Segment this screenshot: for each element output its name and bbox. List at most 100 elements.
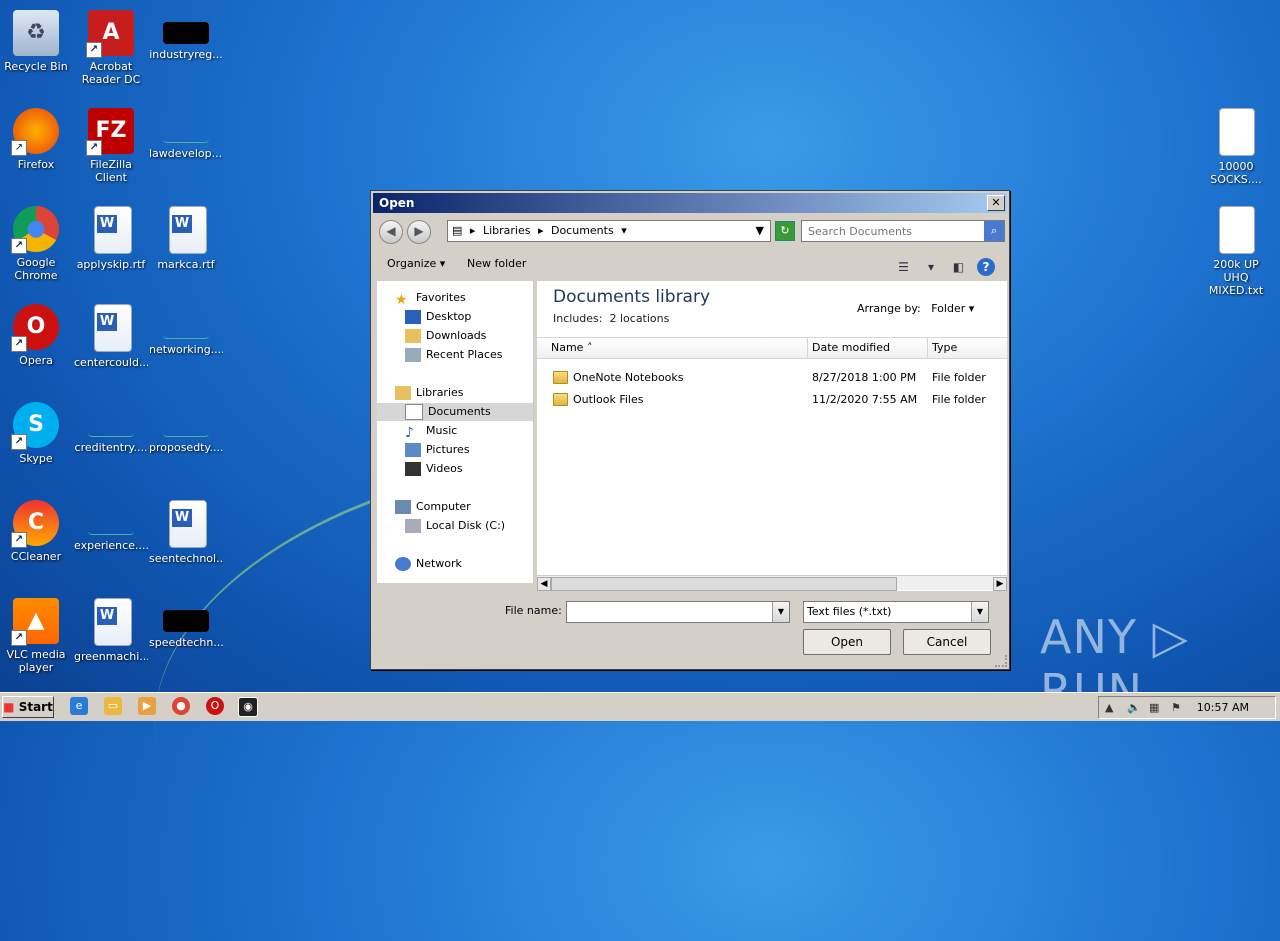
desktop-icon-label: Opera bbox=[19, 354, 53, 367]
view-dropdown-icon[interactable]: ▾ bbox=[922, 258, 940, 276]
search-input[interactable] bbox=[806, 221, 980, 241]
column-name[interactable]: Name ˄ bbox=[547, 338, 806, 358]
desktop-icon[interactable]: lawdevelop.... bbox=[149, 102, 223, 160]
desktop-icon[interactable]: Wseentechnol... bbox=[149, 494, 223, 565]
library-title: Documents library bbox=[553, 287, 711, 307]
file-name-combo[interactable]: ▼ bbox=[566, 601, 790, 623]
scroll-left-icon[interactable]: ◀ bbox=[537, 577, 551, 591]
desktop-icon[interactable]: ▲ ↗ VLC media player bbox=[0, 592, 73, 674]
desktop-icon[interactable]: O ↗ Opera bbox=[0, 298, 73, 367]
navigation-pane: ★ Favorites Desktop Downloads Recent Plac… bbox=[377, 281, 534, 583]
network-icon bbox=[395, 557, 411, 571]
desktop-icon[interactable]: S ↗ Skype bbox=[0, 396, 73, 465]
desktop-icon[interactable]: speedtechn... bbox=[149, 592, 223, 649]
text-file-icon bbox=[1219, 108, 1255, 156]
tray-expand-icon[interactable]: ▲ bbox=[1105, 697, 1113, 718]
horizontal-scrollbar[interactable]: ◀ ▶ bbox=[537, 575, 1007, 591]
file-row[interactable]: OneNote Notebooks 8/27/2018 1:00 PM File… bbox=[537, 367, 1007, 389]
address-history-dropdown-icon[interactable]: ▼ bbox=[756, 221, 764, 241]
clock[interactable]: 10:57 AM bbox=[1197, 697, 1249, 718]
includes-locations-link[interactable]: 2 locations bbox=[609, 312, 669, 325]
desktop-icon[interactable]: 200k UP UHQ MIXED.txt bbox=[1199, 200, 1273, 297]
view-list-icon[interactable]: ☰ bbox=[895, 258, 913, 276]
open-button[interactable]: Open bbox=[803, 629, 891, 655]
scroll-right-icon[interactable]: ▶ bbox=[993, 577, 1007, 591]
desktop-icon[interactable]: ↗ Firefox bbox=[0, 102, 73, 171]
desktop-icon[interactable]: Wgreenmachi... bbox=[74, 592, 148, 663]
file-name-input[interactable] bbox=[567, 602, 767, 622]
media-player-icon[interactable]: ▶ bbox=[138, 697, 156, 715]
opera-taskbar-icon[interactable]: O bbox=[206, 697, 224, 715]
resize-grip[interactable] bbox=[995, 655, 1007, 667]
refresh-button[interactable]: ↻ bbox=[775, 221, 795, 241]
nav-libraries[interactable]: Libraries bbox=[395, 384, 551, 402]
desktop-icon[interactable]: A ↗ Acrobat Reader DC bbox=[74, 4, 148, 86]
desktop-icon[interactable]: ● ↗ Google Chrome bbox=[0, 200, 73, 282]
desktop-icon[interactable]: creditentry.... bbox=[74, 396, 148, 454]
chevron-down-icon[interactable]: ▼ bbox=[772, 602, 789, 622]
command-bar: Organize ▾ New folder ☰ ▾ ◧ ? bbox=[377, 251, 1005, 277]
preview-pane-icon[interactable]: ◧ bbox=[950, 258, 968, 276]
address-bar[interactable]: ▤ ▸ Libraries ▸ Documents ▾ ▼ bbox=[447, 220, 771, 242]
desktop-icon[interactable]: 10000 SOCKS.... bbox=[1199, 102, 1273, 186]
search-box[interactable]: ⌕ bbox=[801, 220, 1005, 242]
desktop-icon[interactable]: experience.... bbox=[74, 494, 148, 552]
desktop-icon[interactable]: Wcentercould... bbox=[74, 298, 148, 369]
search-icon[interactable]: ⌕ bbox=[984, 221, 1004, 241]
chrome-icon: ● ↗ bbox=[11, 206, 59, 254]
file-row[interactable]: Outlook Files 11/2/2020 7:55 AM File fol… bbox=[537, 389, 1007, 411]
nav-computer[interactable]: Computer bbox=[395, 498, 551, 516]
column-type[interactable]: Type bbox=[927, 338, 1008, 358]
desktop-icon-label: lawdevelop.... bbox=[149, 147, 223, 160]
file-type-select[interactable]: Text files (*.txt) ▼ bbox=[803, 601, 989, 623]
arrange-by-dropdown[interactable]: Folder ▾ bbox=[931, 302, 974, 315]
ie-icon[interactable]: e bbox=[70, 697, 88, 715]
desktop-icon-label: creditentry.... bbox=[74, 441, 148, 454]
action-center-flag-icon[interactable]: ⚑ bbox=[1171, 697, 1181, 718]
volume-icon[interactable]: 🔈 bbox=[1127, 697, 1141, 718]
start-button[interactable]: ■ Start bbox=[2, 696, 54, 718]
view-controls: ☰ ▾ ◧ ? bbox=[889, 255, 995, 281]
breadcrumb-dropdown-icon[interactable]: ▾ bbox=[621, 224, 627, 237]
desktop-icon[interactable]: proposedty.... bbox=[149, 396, 223, 454]
file-name: Outlook Files bbox=[573, 393, 644, 406]
desktop-icon[interactable]: Wmarkca.rtf bbox=[149, 200, 223, 271]
black-file-icon bbox=[163, 610, 209, 632]
nav-favorites[interactable]: ★ Favorites bbox=[395, 289, 551, 308]
explorer-icon[interactable]: ▭ bbox=[104, 697, 122, 715]
active-app-icon[interactable]: ◉ bbox=[238, 697, 258, 717]
scrollbar-thumb[interactable] bbox=[551, 577, 897, 591]
close-button[interactable]: ✕ bbox=[987, 195, 1005, 211]
folder-icon bbox=[553, 392, 568, 406]
breadcrumb-libraries[interactable]: Libraries bbox=[483, 224, 531, 237]
desktop-icon[interactable]: C ↗ CCleaner bbox=[0, 494, 73, 563]
desktop-icon[interactable]: industryreg... bbox=[149, 4, 223, 61]
desktop-icon[interactable]: FZ ↗ FileZilla Client bbox=[74, 102, 148, 184]
desktop-icon-label: Acrobat Reader DC bbox=[81, 60, 141, 86]
column-headers: Name ˄ Date modified Type bbox=[537, 337, 1007, 359]
desktop-icon-label: centercould... bbox=[74, 356, 148, 369]
nav-documents[interactable]: Documents bbox=[377, 403, 533, 421]
forward-button[interactable]: ▶ bbox=[407, 220, 431, 244]
desktop-icon-label: networking.... bbox=[149, 343, 223, 356]
breadcrumb-documents[interactable]: Documents bbox=[551, 224, 614, 237]
desktop-icon[interactable]: Wapplyskip.rtf bbox=[74, 200, 148, 271]
network-tray-icon[interactable]: ▦ bbox=[1149, 697, 1159, 718]
column-date-modified[interactable]: Date modified bbox=[807, 338, 926, 358]
help-icon[interactable]: ? bbox=[977, 258, 995, 276]
chrome-taskbar-icon[interactable]: ● bbox=[172, 697, 190, 715]
system-tray: ▲ 🔈 ▦ ⚑ 10:57 AM bbox=[1098, 696, 1276, 719]
back-button[interactable]: ◀ bbox=[379, 220, 403, 244]
filezilla-icon: FZ ↗ bbox=[86, 108, 134, 156]
desktop-icon[interactable]: ♻ Recycle Bin bbox=[0, 4, 73, 73]
new-folder-button[interactable]: New folder bbox=[467, 251, 526, 277]
word-doc-icon: W bbox=[169, 500, 207, 548]
organize-button[interactable]: Organize ▾ bbox=[387, 251, 445, 277]
desktop-icon-label: Google Chrome bbox=[14, 256, 58, 282]
chevron-down-icon[interactable]: ▼ bbox=[971, 602, 988, 622]
cancel-button[interactable]: Cancel bbox=[903, 629, 991, 655]
nav-network[interactable]: Network bbox=[395, 555, 551, 573]
desktop-icon-label: applyskip.rtf bbox=[76, 258, 146, 271]
desktop-icon[interactable]: networking.... bbox=[149, 298, 223, 356]
desktop-icon-label: FileZilla Client bbox=[90, 158, 132, 184]
